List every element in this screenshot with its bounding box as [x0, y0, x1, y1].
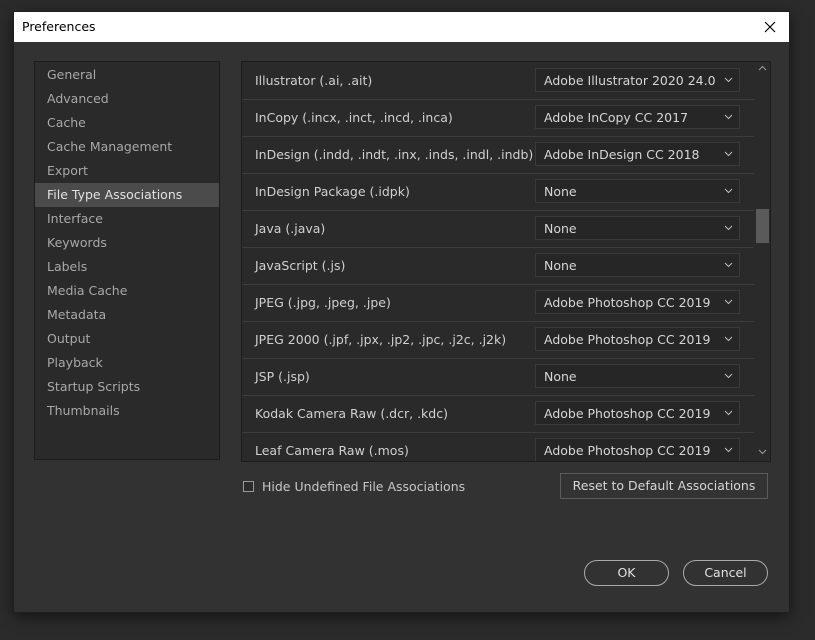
application-value: Adobe Photoshop CC 2019: [544, 295, 711, 310]
application-dropdown[interactable]: Adobe InDesign CC 2018: [535, 142, 740, 166]
hide-undefined-label: Hide Undefined File Associations: [262, 479, 466, 494]
application-dropdown[interactable]: Adobe Photoshop CC 2019: [535, 438, 740, 461]
application-value: None: [544, 221, 577, 236]
dialog-title: Preferences: [22, 19, 96, 34]
title-bar: Preferences: [14, 12, 789, 42]
association-row: InDesign (.indd, .indt, .inx, .inds, .in…: [242, 136, 754, 174]
file-type-label: Leaf Camera Raw (.mos): [255, 443, 409, 458]
file-type-label: InDesign Package (.idpk): [255, 184, 410, 199]
file-type-label: InCopy (.incx, .inct, .incd, .inca): [255, 110, 453, 125]
file-type-label: JPEG (.jpg, .jpeg, .jpe): [255, 295, 391, 310]
sidebar-item[interactable]: Cache Management: [35, 135, 219, 159]
application-value: Adobe Photoshop CC 2019: [544, 406, 711, 421]
application-value: Adobe InDesign CC 2018: [544, 147, 700, 162]
chevron-down-icon: [724, 447, 733, 453]
application-value: Adobe Photoshop CC 2019: [544, 332, 711, 347]
scrollbar-thumb[interactable]: [756, 209, 769, 243]
association-row: JPEG 2000 (.jpf, .jpx, .jp2, .jpc, .j2c,…: [242, 321, 754, 359]
file-type-label: JavaScript (.js): [255, 258, 346, 273]
sidebar-item[interactable]: Export: [35, 159, 219, 183]
chevron-down-icon: [724, 114, 733, 120]
application-dropdown[interactable]: Adobe Illustrator 2020 24.0: [535, 68, 740, 92]
chevron-down-icon: [724, 225, 733, 231]
application-dropdown[interactable]: None: [535, 179, 740, 203]
file-type-label: JSP (.jsp): [255, 369, 310, 384]
association-row: JPEG (.jpg, .jpeg, .jpe) Adobe Photoshop …: [242, 284, 754, 322]
chevron-down-icon: [724, 299, 733, 305]
file-association-list: Illustrator (.ai, .ait) Adobe Illustrator…: [241, 61, 771, 462]
sidebar-item[interactable]: Keywords: [35, 231, 219, 255]
chevron-down-icon: [724, 410, 733, 416]
hide-undefined-checkbox[interactable]: [243, 481, 254, 492]
association-row: Leaf Camera Raw (.mos) Adobe Photoshop CC…: [242, 432, 754, 461]
association-row: InCopy (.incx, .inct, .incd, .inca) Adobe…: [242, 99, 754, 137]
cancel-button[interactable]: Cancel: [683, 560, 768, 586]
sidebar-item[interactable]: Advanced: [35, 87, 219, 111]
application-dropdown[interactable]: None: [535, 253, 740, 277]
file-type-label: Illustrator (.ai, .ait): [255, 73, 373, 88]
preferences-sidebar: General Advanced Cache Cache Management Expo…: [34, 61, 220, 460]
scroll-up-icon[interactable]: [758, 64, 767, 73]
chevron-down-icon: [724, 151, 733, 157]
association-row: JavaScript (.js) None: [242, 247, 754, 285]
file-type-label: Kodak Camera Raw (.dcr, .kdc): [255, 406, 448, 421]
close-button[interactable]: [759, 16, 781, 38]
application-dropdown[interactable]: None: [535, 216, 740, 240]
application-value: None: [544, 184, 577, 199]
sidebar-item[interactable]: Interface: [35, 207, 219, 231]
sidebar-item[interactable]: File Type Associations: [35, 183, 219, 207]
application-dropdown[interactable]: None: [535, 364, 740, 388]
chevron-down-icon: [724, 262, 733, 268]
sidebar-item[interactable]: Media Cache: [35, 279, 219, 303]
application-value: None: [544, 258, 577, 273]
application-dropdown[interactable]: Adobe Photoshop CC 2019: [535, 401, 740, 425]
chevron-down-icon: [724, 188, 733, 194]
ok-button[interactable]: OK: [584, 560, 669, 586]
association-row: Java (.java) None: [242, 210, 754, 248]
application-value: Adobe Illustrator 2020 24.0: [544, 73, 716, 88]
chevron-down-icon: [724, 77, 733, 83]
sidebar-item[interactable]: Cache: [35, 111, 219, 135]
association-row: Illustrator (.ai, .ait) Adobe Illustrator…: [242, 62, 754, 100]
file-type-label: InDesign (.indd, .indt, .inx, .inds, .in…: [255, 147, 534, 162]
association-row: InDesign Package (.idpk) None: [242, 173, 754, 211]
application-dropdown[interactable]: Adobe Photoshop CC 2019: [535, 290, 740, 314]
sidebar-item[interactable]: Metadata: [35, 303, 219, 327]
scrollbar[interactable]: [755, 62, 770, 461]
association-row: Kodak Camera Raw (.dcr, .kdc) Adobe Photo…: [242, 395, 754, 433]
sidebar-item[interactable]: General: [35, 63, 219, 87]
sidebar-item[interactable]: Output: [35, 327, 219, 351]
application-value: None: [544, 369, 577, 384]
close-icon: [764, 21, 776, 33]
association-row: JSP (.jsp) None: [242, 358, 754, 396]
scroll-down-icon[interactable]: [758, 447, 767, 456]
sidebar-item[interactable]: Playback: [35, 351, 219, 375]
sidebar-item[interactable]: Startup Scripts: [35, 375, 219, 399]
sidebar-item[interactable]: Labels: [35, 255, 219, 279]
application-value: Adobe InCopy CC 2017: [544, 110, 689, 125]
application-value: Adobe Photoshop CC 2019: [544, 443, 711, 458]
preferences-dialog: Preferences General Advanced Cache Cache Ma…: [14, 12, 789, 612]
application-dropdown[interactable]: Adobe InCopy CC 2017: [535, 105, 740, 129]
application-dropdown[interactable]: Adobe Photoshop CC 2019: [535, 327, 740, 351]
file-type-label: JPEG 2000 (.jpf, .jpx, .jp2, .jpc, .j2c,…: [255, 332, 507, 347]
sidebar-item[interactable]: Thumbnails: [35, 399, 219, 423]
reset-defaults-button[interactable]: Reset to Default Associations: [560, 473, 768, 499]
file-type-label: Java (.java): [255, 221, 326, 236]
chevron-down-icon: [724, 373, 733, 379]
chevron-down-icon: [724, 336, 733, 342]
